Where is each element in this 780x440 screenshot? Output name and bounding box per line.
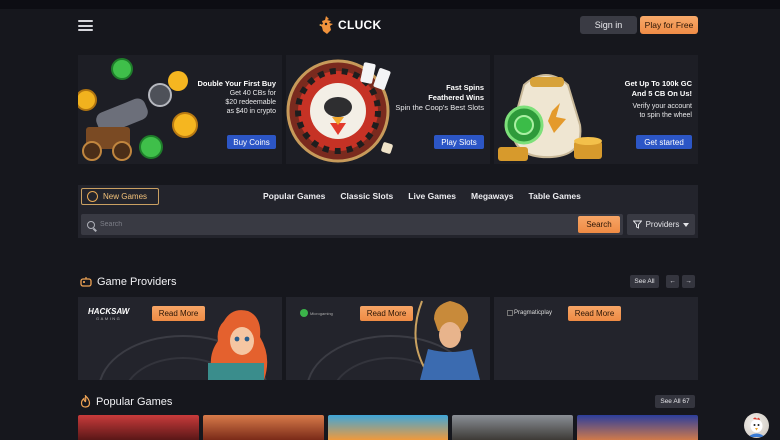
get-started-button[interactable]: Get started [636,135,692,149]
tab-table-games[interactable]: Table Games [529,191,581,201]
search-input[interactable] [100,221,570,228]
microgaming-logo-text: Microgaming [310,310,333,316]
rooster-logo-icon [319,16,333,34]
providers-title: Game Providers [97,276,177,288]
game-tile[interactable] [327,415,449,440]
read-more-button[interactable]: Read More [360,306,413,321]
pragmaticplay-logo-text: Pragmaticplay [514,310,553,316]
promo-title: Fast Spins [446,83,484,92]
play-slots-button[interactable]: Play Slots [434,135,484,149]
promo-banner-verify[interactable]: Get Up To 100k GC And 5 CB On Us! Verify… [494,55,698,164]
provider-card-microgaming[interactable]: Microgaming Read More [286,297,490,380]
promo-line: Spin the Coop's Best Slots [395,103,484,112]
providers-next-button[interactable]: → [682,275,695,288]
promo-text: Get Up To 100k GC And 5 CB On Us! Verify… [625,79,692,120]
promo-title: Get Up To 100k GC [624,79,692,88]
search-button[interactable]: Search [578,216,620,233]
provider-card-pragmaticplay[interactable]: Pragmaticplay Read More [494,297,698,380]
popular-games-row [78,415,698,440]
hacksaw-logo: HACKSAW GAMING [88,308,129,322]
brand-name: CLUCK [338,18,382,32]
rooster-chat-icon [748,417,765,437]
game-tile[interactable] [202,415,324,440]
promo-title: Double Your First Buy [197,79,276,88]
providers-see-all-button[interactable]: See All [630,275,659,288]
broken-image-icon [507,310,513,316]
play-free-button[interactable]: Play for Free [640,16,698,34]
game-category-panel: New Games Popular Games Classic Slots Li… [78,185,698,238]
promo-text: Double Your First Buy Get 40 CBs for $20… [198,79,276,116]
flame-icon [80,395,91,408]
hacksaw-logo-line1: HACKSAW [88,307,130,316]
game-tile[interactable] [577,415,698,440]
search-field[interactable] [81,214,623,235]
site-header: CLUCK Sign in Play for Free [0,9,780,47]
top-strip [0,0,780,9]
promo-text: Fast Spins Feathered Wins Spin the Coop'… [395,83,484,113]
character-art [208,310,268,380]
promo-line: Get 40 CBs for [229,90,276,97]
microgaming-mark-icon [300,309,308,317]
provider-card-hacksaw[interactable]: HACKSAW GAMING Read More [78,297,282,380]
promo-line: $20 redeemable [225,99,276,106]
providers-prev-button[interactable]: ← [666,275,679,288]
read-more-button[interactable]: Read More [152,306,205,321]
pragmaticplay-logo: Pragmaticplay [507,310,552,316]
popular-see-all-button[interactable]: See All 67 [655,395,695,408]
game-tile[interactable] [452,415,574,440]
providers-section-title: Game Providers [80,276,176,288]
hacksaw-logo-line2: GAMING [96,316,122,321]
promo-line: as $40 in crypto [226,108,276,115]
tab-megaways[interactable]: Megaways [471,191,514,201]
promo-banners: Double Your First Buy Get 40 CBs for $20… [78,55,698,164]
chevron-down-icon [683,222,690,227]
character-art [414,300,480,380]
read-more-button[interactable]: Read More [568,306,621,321]
new-badge-icon [87,191,98,202]
new-games-label: New Games [103,192,148,201]
tab-popular-games[interactable]: Popular Games [263,191,325,201]
promo-title: And 5 CB On Us! [631,89,692,98]
tab-classic-slots[interactable]: Classic Slots [340,191,393,201]
popular-title: Popular Games [96,395,173,408]
filter-icon [632,220,642,229]
microgaming-logo: Microgaming [300,309,333,317]
category-links: Popular Games Classic Slots Live Games M… [263,191,581,201]
tab-live-games[interactable]: Live Games [408,191,456,201]
brand-logo[interactable]: CLUCK [318,15,382,35]
promo-banner-buy[interactable]: Double Your First Buy Get 40 CBs for $20… [78,55,282,164]
provider-cards: HACKSAW GAMING Read More Microgaming Rea… [78,297,698,380]
promo-line: Verify your account [632,103,692,110]
new-games-tab[interactable]: New Games [81,188,159,205]
promo-title: Feathered Wins [428,93,484,102]
providers-icon [80,277,92,287]
promo-line: to spin the wheel [639,112,692,119]
chat-support-button[interactable] [744,413,769,438]
promo-banner-slots[interactable]: Fast Spins Feathered Wins Spin the Coop'… [286,55,490,164]
buy-coins-button[interactable]: Buy Coins [227,135,276,149]
game-tile[interactable] [78,415,199,440]
popular-section-title: Popular Games [80,395,172,408]
providers-label: Providers [645,220,680,229]
signin-button[interactable]: Sign in [580,16,637,34]
providers-dropdown[interactable]: Providers [627,214,695,235]
search-icon [87,220,95,229]
menu-icon[interactable] [78,20,93,31]
